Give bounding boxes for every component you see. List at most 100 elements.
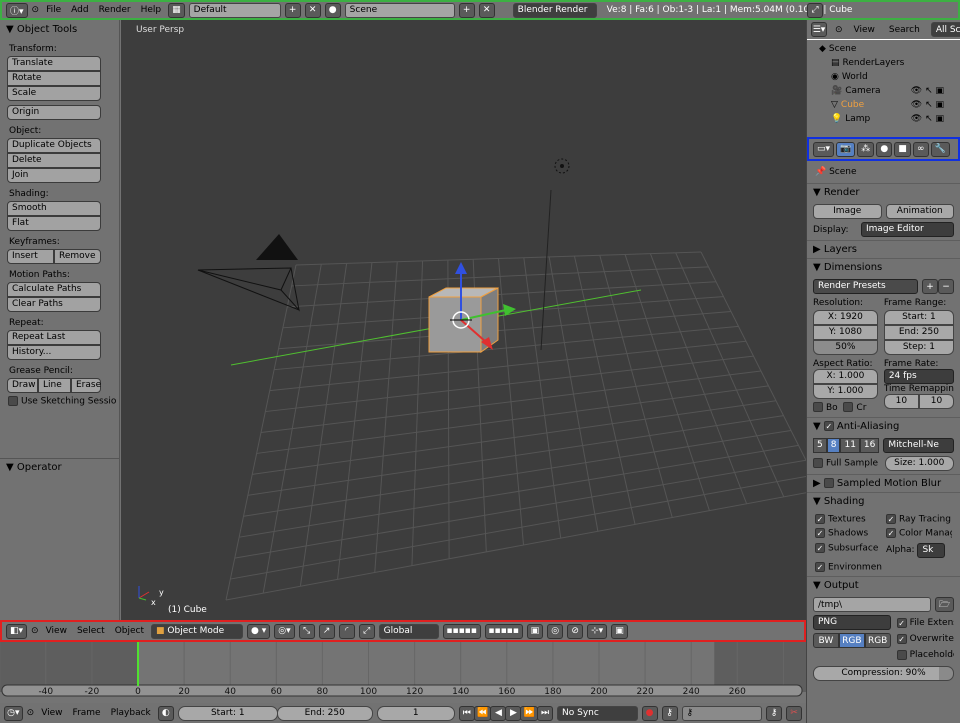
viewport-canvas[interactable] [121, 20, 806, 620]
object-tools-header[interactable]: ▼ Object Tools [0, 20, 119, 38]
frame-end-field[interactable]: End: 250 [883, 325, 954, 340]
compression-slider[interactable]: Compression: 90% [813, 666, 954, 681]
delete-keyframe-icon[interactable]: ✂ [786, 705, 803, 721]
layers-panel-header[interactable]: ▶ Layers [807, 240, 960, 258]
preview-range-icon[interactable]: ◐ [157, 705, 174, 721]
insert-keyframe-button[interactable]: Insert [7, 249, 54, 264]
aa-samples-16-button[interactable]: 16 [859, 437, 880, 453]
layout-icon[interactable]: ▦ [168, 2, 185, 18]
menu-help[interactable]: Help [138, 5, 165, 15]
menu-add[interactable]: Add [68, 5, 91, 15]
keying-icon[interactable]: ⚷ [661, 705, 678, 721]
sync-select[interactable]: No Sync [557, 705, 638, 721]
add-scene-button[interactable]: + [458, 2, 475, 18]
aa-samples-8-button[interactable]: 8 [826, 437, 841, 453]
frame-step-field[interactable]: Step: 1 [883, 340, 954, 355]
scale-button[interactable]: Scale [7, 86, 101, 101]
visibility-icons[interactable]: 👁 ↖ ▣ [911, 98, 944, 112]
mode-select[interactable]: ■ Object Mode [151, 623, 244, 639]
record-button[interactable]: ● [641, 705, 658, 721]
remove-layout-button[interactable]: ✕ [304, 2, 321, 18]
editor-type-button[interactable]: ◷▾ [4, 705, 23, 721]
pivot-select[interactable]: ◎▾ [274, 623, 295, 639]
collapse-icon[interactable]: ⊙ [27, 708, 35, 718]
snap-icon[interactable]: ⊘ [567, 623, 584, 639]
delete-button[interactable]: Delete [7, 153, 101, 168]
render-panel-header[interactable]: ▼ Render [807, 183, 960, 201]
timeline-canvas[interactable]: -40 -20 0 20 40 60 80 100 120 140 160 180 200 220 240 2… [0, 642, 806, 703]
collapse-icon[interactable]: ⊙ [32, 5, 40, 15]
3d-viewport[interactable]: User Persp (1) Cube y x [121, 20, 806, 620]
output-path-field[interactable]: /tmp\ [813, 597, 931, 612]
menu-select[interactable]: Select [74, 626, 108, 636]
file-browser-icon[interactable]: 🗁 [934, 597, 954, 612]
add-preset-button[interactable]: + [922, 279, 938, 294]
object-tab-icon[interactable]: ■ [894, 141, 911, 157]
remap-new-field[interactable]: 10 [918, 394, 954, 409]
proportional-edit-icon[interactable]: ◎ [547, 623, 564, 639]
file-extensions-checkbox[interactable]: ✓File Extensi [896, 615, 954, 631]
render-image-button[interactable]: Image [813, 204, 882, 219]
editor-type-button[interactable]: ▭▾ [813, 141, 835, 157]
scale-manipulator[interactable]: ⤢ [358, 623, 375, 639]
duplicate-objects-button[interactable]: Duplicate Objects [7, 138, 101, 153]
layers-grid-1[interactable]: ▪▪▪▪▪ [442, 623, 481, 639]
border-checkbox[interactable]: Bo [813, 402, 838, 413]
clear-paths-button[interactable]: Clear Paths [7, 297, 101, 312]
modifiers-tab-icon[interactable]: 🔧 [930, 141, 950, 157]
start-frame-field[interactable]: Start: 1 [177, 705, 278, 721]
menu-view[interactable]: View [851, 25, 878, 35]
jump-start-button[interactable]: ⏮ [458, 705, 475, 721]
jump-key-forward-button[interactable]: ⏩ [520, 705, 539, 721]
shading-select[interactable]: ● ▾ [247, 623, 271, 639]
join-button[interactable]: Join [7, 168, 101, 183]
bw-button[interactable]: BW [813, 633, 839, 648]
fullscreen-icon[interactable]: ⤢ [807, 2, 823, 18]
subsurface-checkbox[interactable]: ✓ Subsurface [815, 542, 882, 558]
color-management-checkbox[interactable]: ✓ Color Manag [885, 528, 952, 539]
remove-keyframe-button[interactable]: Remove [54, 249, 101, 264]
aa-size-field[interactable]: Size: 1.000 [884, 455, 954, 471]
operator-header[interactable]: ▼ Operator [0, 458, 120, 476]
menu-render[interactable]: Render [96, 5, 134, 15]
outliner-item-renderlayers[interactable]: ▤ RenderLayers [807, 56, 960, 70]
menu-object[interactable]: Object [112, 626, 147, 636]
render-opengl-icon[interactable]: ▣ [611, 623, 628, 639]
frame-start-field[interactable]: Start: 1 [883, 310, 954, 325]
add-layout-button[interactable]: + [284, 2, 301, 18]
scene-icon[interactable]: ● [324, 2, 341, 18]
dimensions-panel-header[interactable]: ▼ Dimensions [807, 258, 960, 276]
frame-rate-select[interactable]: 24 fps [883, 369, 954, 384]
editor-type-button[interactable]: ☰▾ [811, 22, 827, 37]
play-reverse-button[interactable]: ◀ [490, 705, 507, 721]
aa-filter-select[interactable]: Mitchell-Ne [883, 437, 954, 453]
aa-samples-5-button[interactable]: 5 [813, 437, 827, 453]
draw-button[interactable]: Draw [7, 378, 38, 393]
display-select[interactable]: Image Editor [861, 222, 954, 237]
lock-layers-icon[interactable]: ▣ [526, 623, 544, 639]
menu-frame[interactable]: Frame [70, 708, 104, 718]
remove-scene-button[interactable]: ✕ [478, 2, 495, 18]
menu-file[interactable]: File [43, 5, 64, 15]
timeline[interactable]: -40 -20 0 20 40 60 80 100 120 140 160 180 200 220 240 2… [0, 642, 806, 703]
play-button[interactable]: ▶ [505, 705, 522, 721]
shadows-checkbox[interactable]: ✓ Shadows [815, 528, 882, 539]
collapse-icon[interactable]: ⊙ [835, 25, 843, 35]
scene-field[interactable]: Scene [344, 2, 455, 18]
constraints-tab-icon[interactable]: ∞ [912, 141, 929, 157]
current-frame-field[interactable]: 1 [376, 705, 455, 721]
jump-end-button[interactable]: ⏭ [537, 705, 554, 721]
aspect-y-field[interactable]: Y: 1.000 [813, 384, 878, 399]
orientation-select[interactable]: Global [378, 623, 439, 639]
full-sample-checkbox[interactable]: Full Sample [813, 457, 881, 468]
manipulator-toggle[interactable]: ⤡ [298, 623, 315, 639]
rgba-button[interactable]: RGB [864, 633, 891, 648]
motion-blur-panel-header[interactable]: ▶ Sampled Motion Blur [807, 473, 960, 492]
placeholder-checkbox[interactable]: Placeholder [896, 647, 954, 663]
resolution-x-field[interactable]: X: 1920 [813, 310, 878, 325]
render-engine-select[interactable]: Blender Render [512, 2, 597, 18]
rotate-manipulator[interactable]: ◜ [338, 623, 355, 639]
collapse-icon[interactable]: ⊙ [31, 626, 39, 636]
aa-samples-11-button[interactable]: 11 [840, 437, 860, 453]
resolution-y-field[interactable]: Y: 1080 [813, 325, 878, 340]
